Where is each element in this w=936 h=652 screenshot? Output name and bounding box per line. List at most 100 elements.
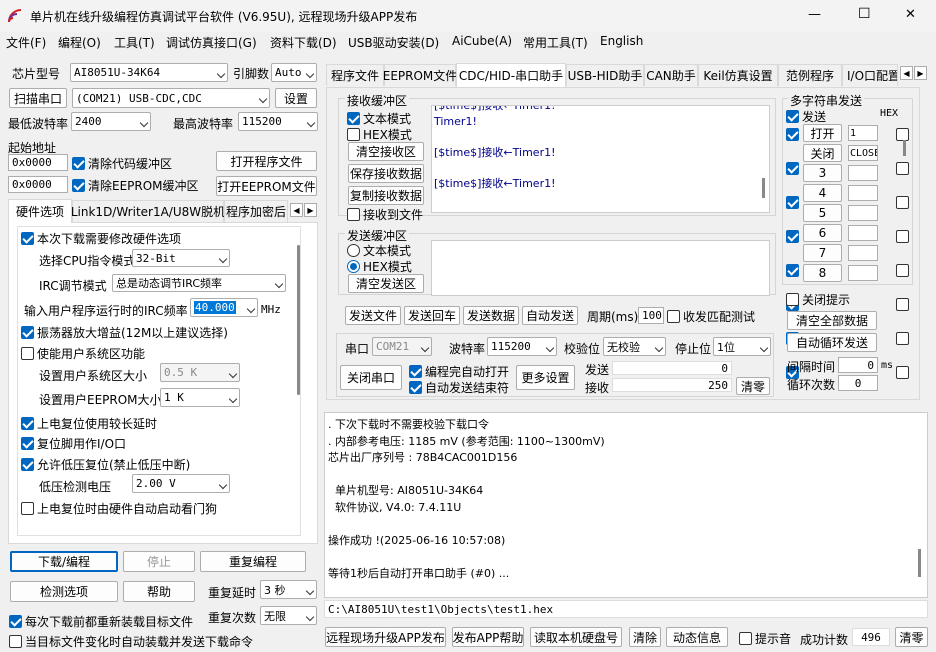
maximize-icon[interactable]: ☐: [858, 6, 871, 22]
recv-copy-button[interactable]: 复制接收数据: [348, 186, 424, 205]
match-test-checkbox[interactable]: 收发匹配测试: [667, 308, 755, 325]
tab-eeprom-file[interactable]: EEPROM文件: [383, 64, 457, 86]
multi-send-button[interactable]: 4: [803, 184, 842, 202]
opt-watchdog[interactable]: 上电复位时由硬件自动启动看门狗: [21, 500, 217, 517]
tab-scroll-left-icon[interactable]: ◀: [900, 66, 913, 80]
low-voltage-select[interactable]: 2.00 V: [132, 474, 230, 493]
send-textarea[interactable]: [431, 240, 770, 296]
menu-file[interactable]: 文件(F): [6, 34, 46, 51]
irc-mode-select[interactable]: 总是动态调节IRC频率: [112, 274, 286, 292]
log-output[interactable]: . 下次下载时不需要校验下载口令 . 内部参考电压: 1185 mV (参考范围:…: [324, 412, 928, 598]
sys-size-select[interactable]: 0.5 K: [160, 363, 240, 382]
opt-long-delay[interactable]: 上电复位使用较长延时: [21, 415, 157, 432]
max-baud-select[interactable]: 115200: [238, 112, 318, 131]
tab-usb-hid[interactable]: USB-HID助手: [566, 64, 644, 86]
tab-offline[interactable]: Link1D/Writer1A/U8W脱机: [71, 200, 225, 222]
tab-encryption[interactable]: 程序加密后: [224, 200, 288, 222]
irc-freq-select[interactable]: 40.000: [190, 298, 258, 317]
reload-checkbox[interactable]: 每次下载前都重新装载目标文件: [9, 613, 193, 630]
open-eeprom-button[interactable]: 打开EEPROM文件: [216, 176, 317, 196]
multi-send-button[interactable]: 7: [803, 244, 842, 262]
auto-load-checkbox[interactable]: 当目标文件变化时自动装载并发送下载命令: [9, 633, 253, 650]
multi-string-input[interactable]: [848, 225, 878, 241]
checkbox-checked-icon[interactable]: [786, 128, 799, 141]
close-icon[interactable]: ✕: [905, 7, 916, 22]
opt-reset-io[interactable]: 复位脚用作I/O口: [21, 435, 126, 452]
opt-user-system[interactable]: 使能用户系统区功能: [21, 345, 145, 362]
multi-string-input[interactable]: 1: [848, 125, 878, 141]
send-text-mode[interactable]: 文本模式: [347, 242, 411, 259]
min-baud-select[interactable]: 2400: [71, 112, 151, 131]
menu-program[interactable]: 编程(O): [58, 34, 101, 51]
reprogram-button[interactable]: 重复编程: [200, 551, 306, 572]
tab-examples[interactable]: 范例程序: [778, 64, 842, 86]
remote-upgrade-button[interactable]: 远程现场升级APP发布: [325, 627, 446, 647]
multi-send-button[interactable]: 8: [803, 264, 842, 282]
publish-help-button[interactable]: 发布APP帮助: [452, 627, 524, 647]
detect-options-button[interactable]: 检测选项: [10, 581, 118, 602]
auto-loop-button[interactable]: 自动循环发送: [787, 333, 877, 352]
read-disk-button[interactable]: 读取本机硬盘号: [530, 627, 622, 647]
menu-tools[interactable]: 工具(T): [114, 34, 155, 51]
multi-send-button[interactable]: 关闭: [803, 144, 842, 162]
checkbox-unchecked-icon[interactable]: [896, 230, 909, 243]
beep-checkbox[interactable]: 提示音: [739, 630, 791, 647]
tab-keil[interactable]: Keil仿真设置: [698, 64, 778, 86]
counter-clear-button[interactable]: 清零: [736, 377, 770, 395]
tab-program-file[interactable]: 程序文件: [326, 64, 384, 86]
checkbox-checked-icon[interactable]: [786, 230, 799, 243]
tab-hardware-options[interactable]: 硬件选项: [8, 199, 72, 223]
multi-string-input[interactable]: CLOSE: [848, 145, 878, 161]
multi-send-button[interactable]: 3: [803, 164, 842, 182]
clear-eeprom-checkbox[interactable]: 清除EEPROM缓冲区: [72, 177, 199, 194]
more-settings-button[interactable]: 更多设置: [516, 365, 575, 390]
open-program-button[interactable]: 打开程序文件: [216, 151, 317, 171]
menu-common-tools[interactable]: 常用工具(T): [523, 34, 588, 51]
checkbox-unchecked-icon[interactable]: [896, 162, 909, 175]
send-data-button[interactable]: 发送数据: [463, 306, 519, 325]
help-button[interactable]: 帮助: [123, 581, 195, 602]
dynamic-info-button[interactable]: 动态信息: [666, 627, 728, 647]
opt-osc-gain[interactable]: 振荡器放大增益(12M以上建议选择): [21, 324, 228, 341]
download-button[interactable]: 下载/编程: [10, 551, 118, 572]
multi-send-button[interactable]: 6: [803, 224, 842, 242]
loop-count-input[interactable]: 0: [838, 375, 878, 391]
minimize-icon[interactable]: —: [808, 7, 821, 22]
multi-send-button[interactable]: 5: [803, 204, 842, 222]
clear-code-checkbox[interactable]: 清除代码缓冲区: [72, 155, 172, 172]
recv-save-button[interactable]: 保存接收数据: [348, 164, 424, 183]
period-input[interactable]: 100: [638, 307, 664, 324]
checkbox-checked-icon[interactable]: [786, 162, 799, 175]
multi-send-button[interactable]: 打开: [803, 124, 842, 142]
menu-usb-driver[interactable]: USB驱动安装(D): [348, 34, 439, 51]
send-file-button[interactable]: 发送文件: [345, 306, 401, 325]
tab-scroll-left-icon[interactable]: ◀: [290, 203, 303, 217]
multi-string-input[interactable]: [848, 185, 878, 201]
multi-string-input[interactable]: [848, 205, 878, 221]
addr-eeprom-input[interactable]: 0x0000: [8, 176, 68, 193]
addr-code-input[interactable]: 0x0000: [8, 154, 68, 171]
multi-string-input[interactable]: [848, 245, 878, 261]
tab-io-config[interactable]: I/O口配置: [842, 64, 898, 86]
repeat-delay-select[interactable]: 3 秒: [260, 580, 317, 599]
menu-debug[interactable]: 调试仿真接口(G): [166, 34, 257, 51]
count-reset-button[interactable]: 清零: [895, 627, 928, 647]
repeat-count-select[interactable]: 无限: [260, 606, 317, 625]
send-clear-button[interactable]: 清空发送区: [348, 274, 424, 293]
serial-port-select[interactable]: COM21: [372, 337, 432, 356]
tab-scroll-right-icon[interactable]: ▶: [304, 203, 317, 217]
tab-scroll-right-icon[interactable]: ▶: [914, 66, 927, 80]
log-clear-button[interactable]: 清除: [629, 627, 661, 647]
multi-string-input[interactable]: [848, 165, 878, 181]
checkbox-checked-icon[interactable]: [786, 196, 799, 209]
auto-open-checkbox[interactable]: 编程完自动打开: [409, 363, 509, 380]
multi-scrollbar[interactable]: [903, 140, 906, 156]
tab-serial-assistant[interactable]: CDC/HID-串口助手: [456, 63, 566, 87]
close-port-button[interactable]: 关闭串口: [340, 365, 402, 390]
recv-scrollbar[interactable]: [762, 178, 765, 198]
recv-textarea[interactable]: [$time$]接收←Timer1! Timer1! [$time$]接收←Ti…: [431, 105, 770, 213]
send-cr-button[interactable]: 发送回车: [404, 306, 460, 325]
close-hint-checkbox[interactable]: 关闭提示: [786, 291, 850, 308]
auto-send-button[interactable]: 自动发送: [522, 306, 578, 325]
log-scrollbar[interactable]: [918, 549, 921, 577]
